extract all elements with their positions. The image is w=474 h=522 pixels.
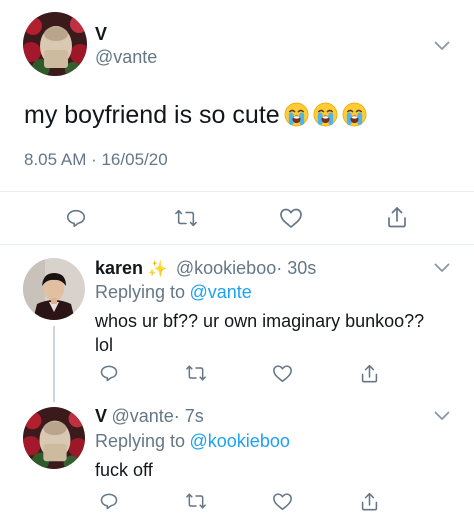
avatar-vante[interactable]	[23, 407, 85, 469]
loudly-crying-face-emoji	[313, 102, 338, 127]
tweet-text-content: my boyfriend is so cute	[24, 101, 280, 129]
like-button[interactable]	[277, 205, 305, 231]
display-name[interactable]: V	[95, 24, 107, 45]
reply-button[interactable]	[97, 490, 121, 512]
like-icon	[272, 364, 292, 382]
like-button[interactable]	[270, 490, 294, 512]
loudly-crying-face-emoji	[284, 102, 309, 127]
share-button[interactable]	[357, 361, 381, 385]
replying-to: Replying to @vante	[95, 282, 252, 303]
chevron-down-icon[interactable]	[434, 263, 450, 273]
like-icon	[280, 208, 302, 228]
divider	[0, 191, 474, 192]
display-name[interactable]: karen	[95, 258, 143, 278]
reply-time[interactable]: · 7s	[174, 406, 204, 426]
retweet-button[interactable]	[171, 205, 201, 231]
share-button[interactable]	[357, 489, 381, 513]
reply-header: karen ✨ @kookieboo· 30s	[95, 258, 316, 279]
replying-to: Replying to @kookieboo	[95, 431, 290, 452]
display-name[interactable]: V	[95, 406, 107, 426]
reply-text: fuck off	[95, 460, 153, 480]
tweet-text: my boyfriend is so cute	[24, 101, 367, 130]
divider	[0, 244, 474, 245]
retweet-icon	[186, 365, 206, 381]
replying-to-link[interactable]: @vante	[190, 282, 252, 302]
share-button[interactable]	[383, 203, 411, 231]
share-icon	[388, 207, 406, 228]
retweet-button[interactable]	[183, 490, 209, 512]
sparkles-emoji: ✨	[147, 259, 168, 278]
like-icon	[272, 492, 292, 510]
reply-time[interactable]: · 30s	[276, 258, 316, 278]
reply-icon	[100, 493, 118, 510]
retweet-button[interactable]	[183, 362, 209, 384]
reply-icon	[66, 209, 86, 228]
handle[interactable]: @kookieboo	[176, 258, 276, 278]
replying-label: Replying to	[95, 431, 186, 451]
thread-line	[53, 326, 55, 402]
share-icon	[361, 364, 377, 382]
avatar-kookieboo[interactable]	[23, 258, 85, 320]
avatar-vante[interactable]	[23, 12, 87, 76]
tweet-timestamp[interactable]: 8.05 AM · 16/05/20	[24, 150, 168, 170]
retweet-icon	[186, 493, 206, 509]
loudly-crying-face-emoji	[342, 102, 367, 127]
handle[interactable]: @vante	[95, 47, 157, 68]
reply-button[interactable]	[62, 205, 90, 231]
share-icon	[361, 492, 377, 510]
reply-header: V @vante· 7s	[95, 406, 204, 427]
reply-text: whos ur bf?? ur own imaginary bunkoo?? l…	[95, 311, 425, 355]
chevron-down-icon[interactable]	[434, 41, 450, 51]
like-button[interactable]	[270, 362, 294, 384]
replying-to-link[interactable]: @kookieboo	[190, 431, 290, 451]
replying-label: Replying to	[95, 282, 186, 302]
retweet-icon	[175, 209, 197, 227]
reply-icon	[100, 365, 118, 382]
chevron-down-icon[interactable]	[434, 411, 450, 421]
reply-button[interactable]	[97, 362, 121, 384]
handle[interactable]: @vante	[111, 406, 173, 426]
